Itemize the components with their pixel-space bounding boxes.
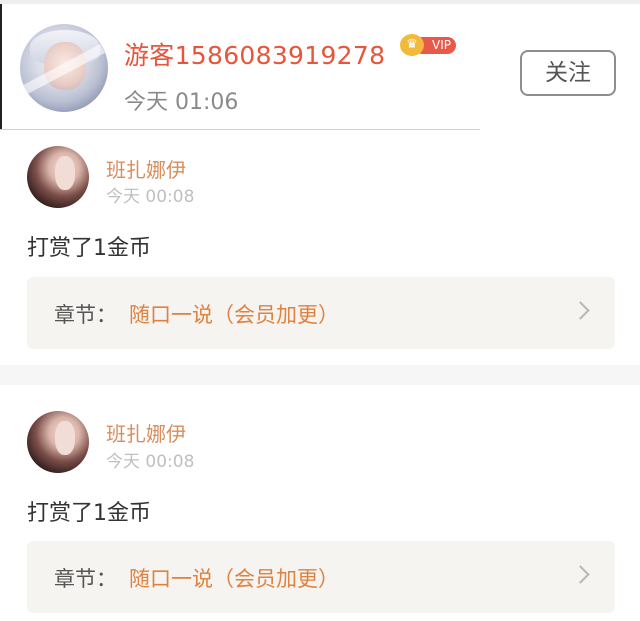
- reward-avatar[interactable]: [27, 146, 89, 208]
- username: 游客1586083919278: [124, 41, 386, 70]
- reward-time: 今天 00:08: [106, 452, 195, 472]
- header-left-border: [0, 4, 2, 130]
- chapter-link[interactable]: 章节： 随口一说（会员加更）: [27, 277, 615, 349]
- user-avatar[interactable]: [20, 24, 108, 112]
- reward-text: 打赏了1金币: [27, 501, 151, 526]
- follow-button[interactable]: 关注: [520, 50, 616, 96]
- section-divider: [0, 365, 640, 385]
- reward-user-name[interactable]: 班扎娜伊: [106, 418, 186, 447]
- chapter-link[interactable]: 章节： 随口一说（会员加更）: [27, 541, 615, 613]
- reward-item: 班扎娜伊 今天 00:08 打赏了1金币 章节： 随口一说（会员加更）: [0, 130, 640, 365]
- chapter-label: 章节：: [54, 303, 117, 327]
- reward-time: 今天 00:08: [106, 187, 195, 207]
- reward-avatar[interactable]: [27, 411, 89, 473]
- crown-icon: ♛: [400, 34, 424, 56]
- reward-text: 打赏了1金币: [27, 236, 151, 261]
- chapter-title: 随口一说（会员加更）: [129, 567, 339, 591]
- reward-item: 班扎娜伊 今天 00:08 打赏了1金币 章节： 随口一说（会员加更）: [0, 385, 640, 621]
- chapter-title: 随口一说（会员加更）: [129, 303, 339, 327]
- chevron-right-icon: [571, 565, 590, 584]
- reward-user-name[interactable]: 班扎娜伊: [106, 154, 186, 183]
- chapter-label: 章节：: [54, 567, 117, 591]
- chevron-right-icon: [571, 301, 590, 320]
- user-header: 游客1586083919278 VIP ♛ 今天 01:06 关注: [0, 4, 640, 130]
- vip-badge: VIP ♛: [400, 34, 456, 56]
- post-time: 今天 01:06: [124, 90, 239, 115]
